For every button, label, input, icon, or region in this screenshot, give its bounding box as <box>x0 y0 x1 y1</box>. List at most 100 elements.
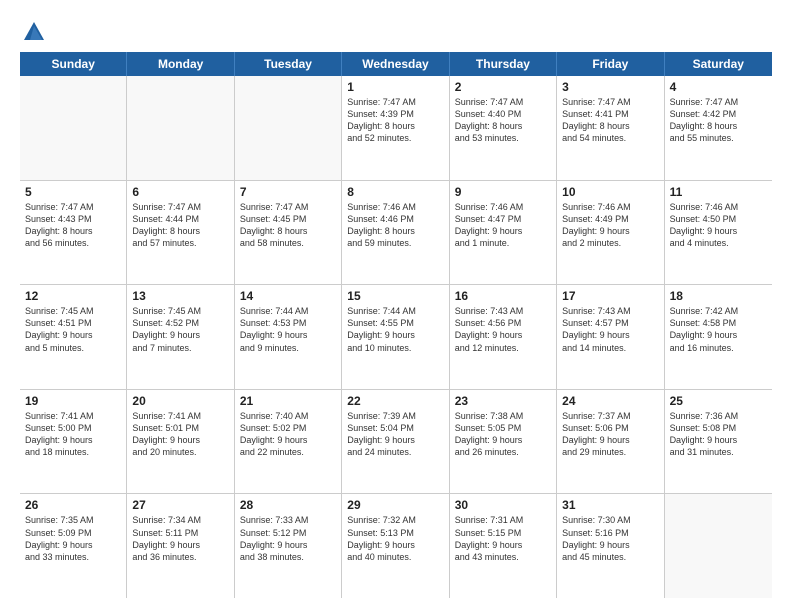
day-number: 22 <box>347 394 443 408</box>
cell-info: Sunrise: 7:43 AM Sunset: 4:57 PM Dayligh… <box>562 305 658 354</box>
calendar-cell-day-23: 23 Sunrise: 7:38 AM Sunset: 5:05 PM Dayli… <box>450 390 557 494</box>
cell-info: Sunrise: 7:38 AM Sunset: 5:05 PM Dayligh… <box>455 410 551 459</box>
calendar-cell-day-26: 26 Sunrise: 7:35 AM Sunset: 5:09 PM Dayli… <box>20 494 127 598</box>
day-number: 16 <box>455 289 551 303</box>
day-number: 4 <box>670 80 767 94</box>
cell-info: Sunrise: 7:47 AM Sunset: 4:39 PM Dayligh… <box>347 96 443 145</box>
calendar-cell-day-12: 12 Sunrise: 7:45 AM Sunset: 4:51 PM Dayli… <box>20 285 127 389</box>
day-number: 11 <box>670 185 767 199</box>
calendar-cell-day-15: 15 Sunrise: 7:44 AM Sunset: 4:55 PM Dayli… <box>342 285 449 389</box>
day-number: 19 <box>25 394 121 408</box>
weekday-header-thursday: Thursday <box>450 52 557 76</box>
calendar-cell-day-22: 22 Sunrise: 7:39 AM Sunset: 5:04 PM Dayli… <box>342 390 449 494</box>
day-number: 26 <box>25 498 121 512</box>
cell-info: Sunrise: 7:41 AM Sunset: 5:00 PM Dayligh… <box>25 410 121 459</box>
day-number: 9 <box>455 185 551 199</box>
cell-info: Sunrise: 7:34 AM Sunset: 5:11 PM Dayligh… <box>132 514 228 563</box>
calendar-cell-day-5: 5Sunrise: 7:47 AM Sunset: 4:43 PM Daylig… <box>20 181 127 285</box>
day-number: 23 <box>455 394 551 408</box>
day-number: 2 <box>455 80 551 94</box>
day-number: 15 <box>347 289 443 303</box>
day-number: 8 <box>347 185 443 199</box>
calendar-cell-empty-0-2 <box>235 76 342 180</box>
calendar-cell-day-11: 11 Sunrise: 7:46 AM Sunset: 4:50 PM Dayli… <box>665 181 772 285</box>
cell-info: Sunrise: 7:44 AM Sunset: 4:55 PM Dayligh… <box>347 305 443 354</box>
weekday-header-saturday: Saturday <box>665 52 772 76</box>
calendar-row-1: 5Sunrise: 7:47 AM Sunset: 4:43 PM Daylig… <box>20 181 772 286</box>
day-number: 12 <box>25 289 121 303</box>
weekday-header-sunday: Sunday <box>20 52 127 76</box>
cell-info: Sunrise: 7:47 AM Sunset: 4:45 PM Dayligh… <box>240 201 336 250</box>
calendar-cell-day-1: 1 Sunrise: 7:47 AM Sunset: 4:39 PM Daylig… <box>342 76 449 180</box>
day-number: 1 <box>347 80 443 94</box>
calendar-cell-day-29: 29 Sunrise: 7:32 AM Sunset: 5:13 PM Dayli… <box>342 494 449 598</box>
calendar-cell-day-17: 17 Sunrise: 7:43 AM Sunset: 4:57 PM Dayli… <box>557 285 664 389</box>
cell-info: Sunrise: 7:40 AM Sunset: 5:02 PM Dayligh… <box>240 410 336 459</box>
calendar-row-4: 26 Sunrise: 7:35 AM Sunset: 5:09 PM Dayli… <box>20 494 772 598</box>
day-number: 17 <box>562 289 658 303</box>
calendar-cell-day-10: 10 Sunrise: 7:46 AM Sunset: 4:49 PM Dayli… <box>557 181 664 285</box>
calendar-cell-empty-0-0 <box>20 76 127 180</box>
day-number: 21 <box>240 394 336 408</box>
day-number: 24 <box>562 394 658 408</box>
day-number: 20 <box>132 394 228 408</box>
day-number: 28 <box>240 498 336 512</box>
calendar-cell-day-19: 19 Sunrise: 7:41 AM Sunset: 5:00 PM Dayli… <box>20 390 127 494</box>
cell-info: Sunrise: 7:47 AM Sunset: 4:40 PM Dayligh… <box>455 96 551 145</box>
page: SundayMondayTuesdayWednesdayThursdayFrid… <box>0 0 792 612</box>
weekday-header-monday: Monday <box>127 52 234 76</box>
calendar-cell-empty-0-1 <box>127 76 234 180</box>
cell-info: Sunrise: 7:47 AM Sunset: 4:41 PM Dayligh… <box>562 96 658 145</box>
calendar-header: SundayMondayTuesdayWednesdayThursdayFrid… <box>20 52 772 76</box>
cell-info: Sunrise: 7:35 AM Sunset: 5:09 PM Dayligh… <box>25 514 121 563</box>
calendar-cell-day-31: 31 Sunrise: 7:30 AM Sunset: 5:16 PM Dayli… <box>557 494 664 598</box>
calendar-cell-day-24: 24Sunrise: 7:37 AM Sunset: 5:06 PM Dayli… <box>557 390 664 494</box>
cell-info: Sunrise: 7:45 AM Sunset: 4:51 PM Dayligh… <box>25 305 121 354</box>
calendar-cell-empty-4-6 <box>665 494 772 598</box>
weekday-header-friday: Friday <box>557 52 664 76</box>
calendar-cell-day-16: 16 Sunrise: 7:43 AM Sunset: 4:56 PM Dayli… <box>450 285 557 389</box>
day-number: 10 <box>562 185 658 199</box>
cell-info: Sunrise: 7:30 AM Sunset: 5:16 PM Dayligh… <box>562 514 658 563</box>
day-number: 30 <box>455 498 551 512</box>
day-number: 31 <box>562 498 658 512</box>
day-number: 18 <box>670 289 767 303</box>
calendar-cell-day-9: 9 Sunrise: 7:46 AM Sunset: 4:47 PM Daylig… <box>450 181 557 285</box>
calendar-cell-day-3: 3Sunrise: 7:47 AM Sunset: 4:41 PM Daylig… <box>557 76 664 180</box>
cell-info: Sunrise: 7:43 AM Sunset: 4:56 PM Dayligh… <box>455 305 551 354</box>
calendar-cell-day-18: 18 Sunrise: 7:42 AM Sunset: 4:58 PM Dayli… <box>665 285 772 389</box>
day-number: 29 <box>347 498 443 512</box>
calendar-body: 1 Sunrise: 7:47 AM Sunset: 4:39 PM Daylig… <box>20 76 772 598</box>
day-number: 13 <box>132 289 228 303</box>
calendar-cell-day-13: 13 Sunrise: 7:45 AM Sunset: 4:52 PM Dayli… <box>127 285 234 389</box>
calendar-row-2: 12 Sunrise: 7:45 AM Sunset: 4:51 PM Dayli… <box>20 285 772 390</box>
cell-info: Sunrise: 7:46 AM Sunset: 4:47 PM Dayligh… <box>455 201 551 250</box>
cell-info: Sunrise: 7:31 AM Sunset: 5:15 PM Dayligh… <box>455 514 551 563</box>
cell-info: Sunrise: 7:46 AM Sunset: 4:49 PM Dayligh… <box>562 201 658 250</box>
day-number: 27 <box>132 498 228 512</box>
cell-info: Sunrise: 7:46 AM Sunset: 4:46 PM Dayligh… <box>347 201 443 250</box>
calendar-cell-day-7: 7 Sunrise: 7:47 AM Sunset: 4:45 PM Daylig… <box>235 181 342 285</box>
cell-info: Sunrise: 7:42 AM Sunset: 4:58 PM Dayligh… <box>670 305 767 354</box>
calendar-cell-day-28: 28 Sunrise: 7:33 AM Sunset: 5:12 PM Dayli… <box>235 494 342 598</box>
cell-info: Sunrise: 7:47 AM Sunset: 4:42 PM Dayligh… <box>670 96 767 145</box>
cell-info: Sunrise: 7:39 AM Sunset: 5:04 PM Dayligh… <box>347 410 443 459</box>
cell-info: Sunrise: 7:45 AM Sunset: 4:52 PM Dayligh… <box>132 305 228 354</box>
calendar-cell-day-20: 20Sunrise: 7:41 AM Sunset: 5:01 PM Dayli… <box>127 390 234 494</box>
cell-info: Sunrise: 7:33 AM Sunset: 5:12 PM Dayligh… <box>240 514 336 563</box>
calendar: SundayMondayTuesdayWednesdayThursdayFrid… <box>20 52 772 598</box>
calendar-cell-day-4: 4 Sunrise: 7:47 AM Sunset: 4:42 PM Daylig… <box>665 76 772 180</box>
cell-info: Sunrise: 7:44 AM Sunset: 4:53 PM Dayligh… <box>240 305 336 354</box>
cell-info: Sunrise: 7:46 AM Sunset: 4:50 PM Dayligh… <box>670 201 767 250</box>
weekday-header-wednesday: Wednesday <box>342 52 449 76</box>
day-number: 6 <box>132 185 228 199</box>
day-number: 14 <box>240 289 336 303</box>
logo <box>20 18 52 46</box>
calendar-cell-day-25: 25Sunrise: 7:36 AM Sunset: 5:08 PM Dayli… <box>665 390 772 494</box>
cell-info: Sunrise: 7:32 AM Sunset: 5:13 PM Dayligh… <box>347 514 443 563</box>
calendar-row-0: 1 Sunrise: 7:47 AM Sunset: 4:39 PM Daylig… <box>20 76 772 181</box>
cell-info: Sunrise: 7:47 AM Sunset: 4:44 PM Dayligh… <box>132 201 228 250</box>
day-number: 7 <box>240 185 336 199</box>
weekday-header-tuesday: Tuesday <box>235 52 342 76</box>
calendar-cell-day-8: 8 Sunrise: 7:46 AM Sunset: 4:46 PM Daylig… <box>342 181 449 285</box>
